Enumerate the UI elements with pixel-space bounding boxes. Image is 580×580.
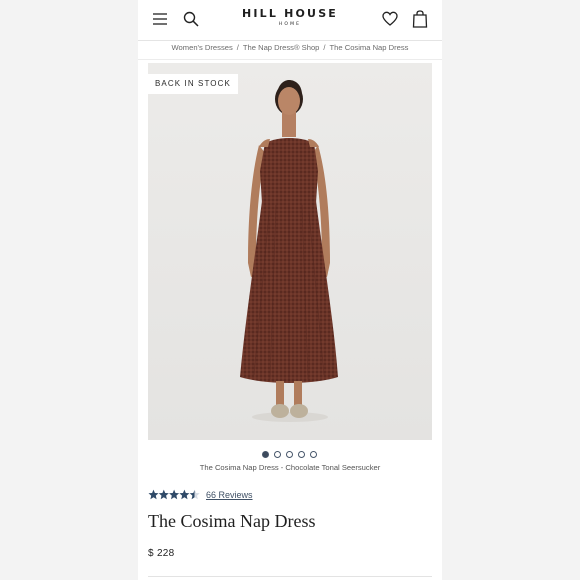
reviews-link[interactable]: 66 Reviews xyxy=(206,490,253,500)
bag-icon[interactable] xyxy=(412,10,428,28)
carousel-dot-4[interactable] xyxy=(298,451,305,458)
product-title: The Cosima Nap Dress xyxy=(148,511,316,531)
breadcrumb-separator: / xyxy=(323,43,326,52)
image-caption: The Cosima Nap Dress - Chocolate Tonal S… xyxy=(199,463,381,472)
brand-logo[interactable]: HILL HOUSE HOME xyxy=(234,7,346,27)
back-in-stock-badge: BACK IN STOCK xyxy=(148,74,238,94)
search-icon[interactable] xyxy=(183,11,199,27)
carousel-dot-3[interactable] xyxy=(286,451,293,458)
product-image[interactable]: BACK IN STOCK xyxy=(148,63,432,440)
product-page: HILL HOUSE HOME Women's Dresses / The Nap … xyxy=(138,0,442,580)
breadcrumb-separator: / xyxy=(236,43,239,52)
breadcrumb-item-womens-dresses[interactable]: Women's Dresses xyxy=(172,43,233,52)
carousel-dot-1[interactable] xyxy=(262,451,269,458)
star-rating-icon xyxy=(148,489,200,500)
breadcrumb: Women's Dresses / The Nap Dress® Shop / The … xyxy=(138,43,442,52)
section-divider xyxy=(148,576,432,577)
carousel-dot-2[interactable] xyxy=(274,451,281,458)
brand-subtitle: HOME xyxy=(278,22,302,27)
site-header: HILL HOUSE HOME xyxy=(138,0,442,40)
breadcrumb-item-nap-dress-shop[interactable]: The Nap Dress® Shop xyxy=(243,43,320,52)
heart-icon[interactable] xyxy=(382,11,398,27)
brand-name: HILL HOUSE xyxy=(241,7,339,20)
model-figure xyxy=(148,63,432,440)
product-price: $ 228 xyxy=(148,548,175,559)
carousel-dot-5[interactable] xyxy=(310,451,317,458)
menu-icon[interactable] xyxy=(152,12,168,26)
header-divider xyxy=(138,40,442,41)
breadcrumb-item-current[interactable]: The Cosima Nap Dress xyxy=(330,43,409,52)
breadcrumb-divider xyxy=(138,59,442,60)
